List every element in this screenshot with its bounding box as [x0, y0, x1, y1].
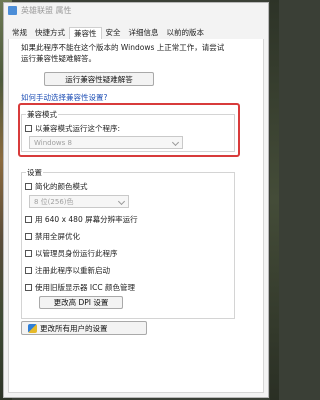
register-restart-row[interactable]: 注册此程序以重新启动: [25, 265, 110, 276]
register-restart-label: 注册此程序以重新启动: [35, 266, 110, 275]
properties-dialog: 英雄联盟 属性 常规 快捷方式 兼容性 安全 详细信息 以前的版本 如果此程序不…: [3, 2, 269, 398]
color-depth-select[interactable]: 8 位(256)色: [29, 195, 129, 208]
intro-line-1: 如果此程序不能在这个版本的 Windows 上正常工作，请尝试: [21, 43, 225, 52]
run-640-row[interactable]: 用 640 x 480 屏幕分辨率运行: [25, 214, 138, 225]
window-title: 英雄联盟 属性: [21, 5, 72, 15]
title-bar: 英雄联盟 属性: [4, 3, 268, 17]
legacy-icc-label: 使用旧版显示器 ICC 颜色管理: [35, 283, 135, 292]
change-dpi-button[interactable]: 更改高 DPI 设置: [39, 296, 123, 309]
change-all-users-label: 更改所有用户的设置: [40, 323, 108, 333]
disable-fullscreen-label: 禁用全屏优化: [35, 232, 80, 241]
reduced-color-label: 简化的颜色模式: [35, 182, 88, 191]
disable-fullscreen-row[interactable]: 禁用全屏优化: [25, 231, 80, 242]
change-all-users-button[interactable]: 更改所有用户的设置: [21, 321, 147, 335]
chevron-down-icon: [117, 197, 126, 206]
legacy-icc-row[interactable]: 使用旧版显示器 ICC 颜色管理: [25, 282, 135, 293]
run-admin-checkbox[interactable]: [25, 250, 32, 257]
tab-security[interactable]: 安全: [102, 27, 125, 39]
tab-details[interactable]: 详细信息: [125, 27, 163, 39]
disable-fullscreen-checkbox[interactable]: [25, 233, 32, 240]
red-highlight-box: [18, 103, 240, 157]
legacy-icc-checkbox[interactable]: [25, 284, 32, 291]
intro-text: 如果此程序不能在这个版本的 Windows 上正常工作，请尝试 运行兼容性疑难解…: [21, 42, 251, 64]
run-640-label: 用 640 x 480 屏幕分辨率运行: [35, 215, 138, 224]
run-troubleshooter-button[interactable]: 运行兼容性疑难解答: [44, 72, 154, 86]
desktop-background-right: [270, 0, 279, 400]
tab-general[interactable]: 常规: [8, 27, 31, 39]
run-admin-label: 以管理员身份运行此程序: [35, 249, 118, 258]
run-admin-row[interactable]: 以管理员身份运行此程序: [25, 248, 118, 259]
settings-label: 设置: [26, 167, 43, 178]
compatibility-panel: 如果此程序不能在这个版本的 Windows 上正常工作，请尝试 运行兼容性疑难解…: [8, 39, 264, 393]
run-640-checkbox[interactable]: [25, 216, 32, 223]
register-restart-checkbox[interactable]: [25, 267, 32, 274]
reduced-color-checkbox[interactable]: [25, 183, 32, 190]
app-icon: [8, 5, 17, 15]
shield-icon: [28, 323, 37, 333]
tab-shortcut[interactable]: 快捷方式: [31, 27, 69, 39]
reduced-color-row[interactable]: 简化的颜色模式: [25, 181, 88, 192]
color-depth-value: 8 位(256)色: [34, 197, 74, 206]
tab-previous-versions[interactable]: 以前的版本: [163, 27, 209, 39]
intro-line-2: 运行兼容性疑难解答。: [21, 54, 96, 63]
manual-settings-link[interactable]: 如何手动选择兼容性设置?: [21, 92, 107, 103]
